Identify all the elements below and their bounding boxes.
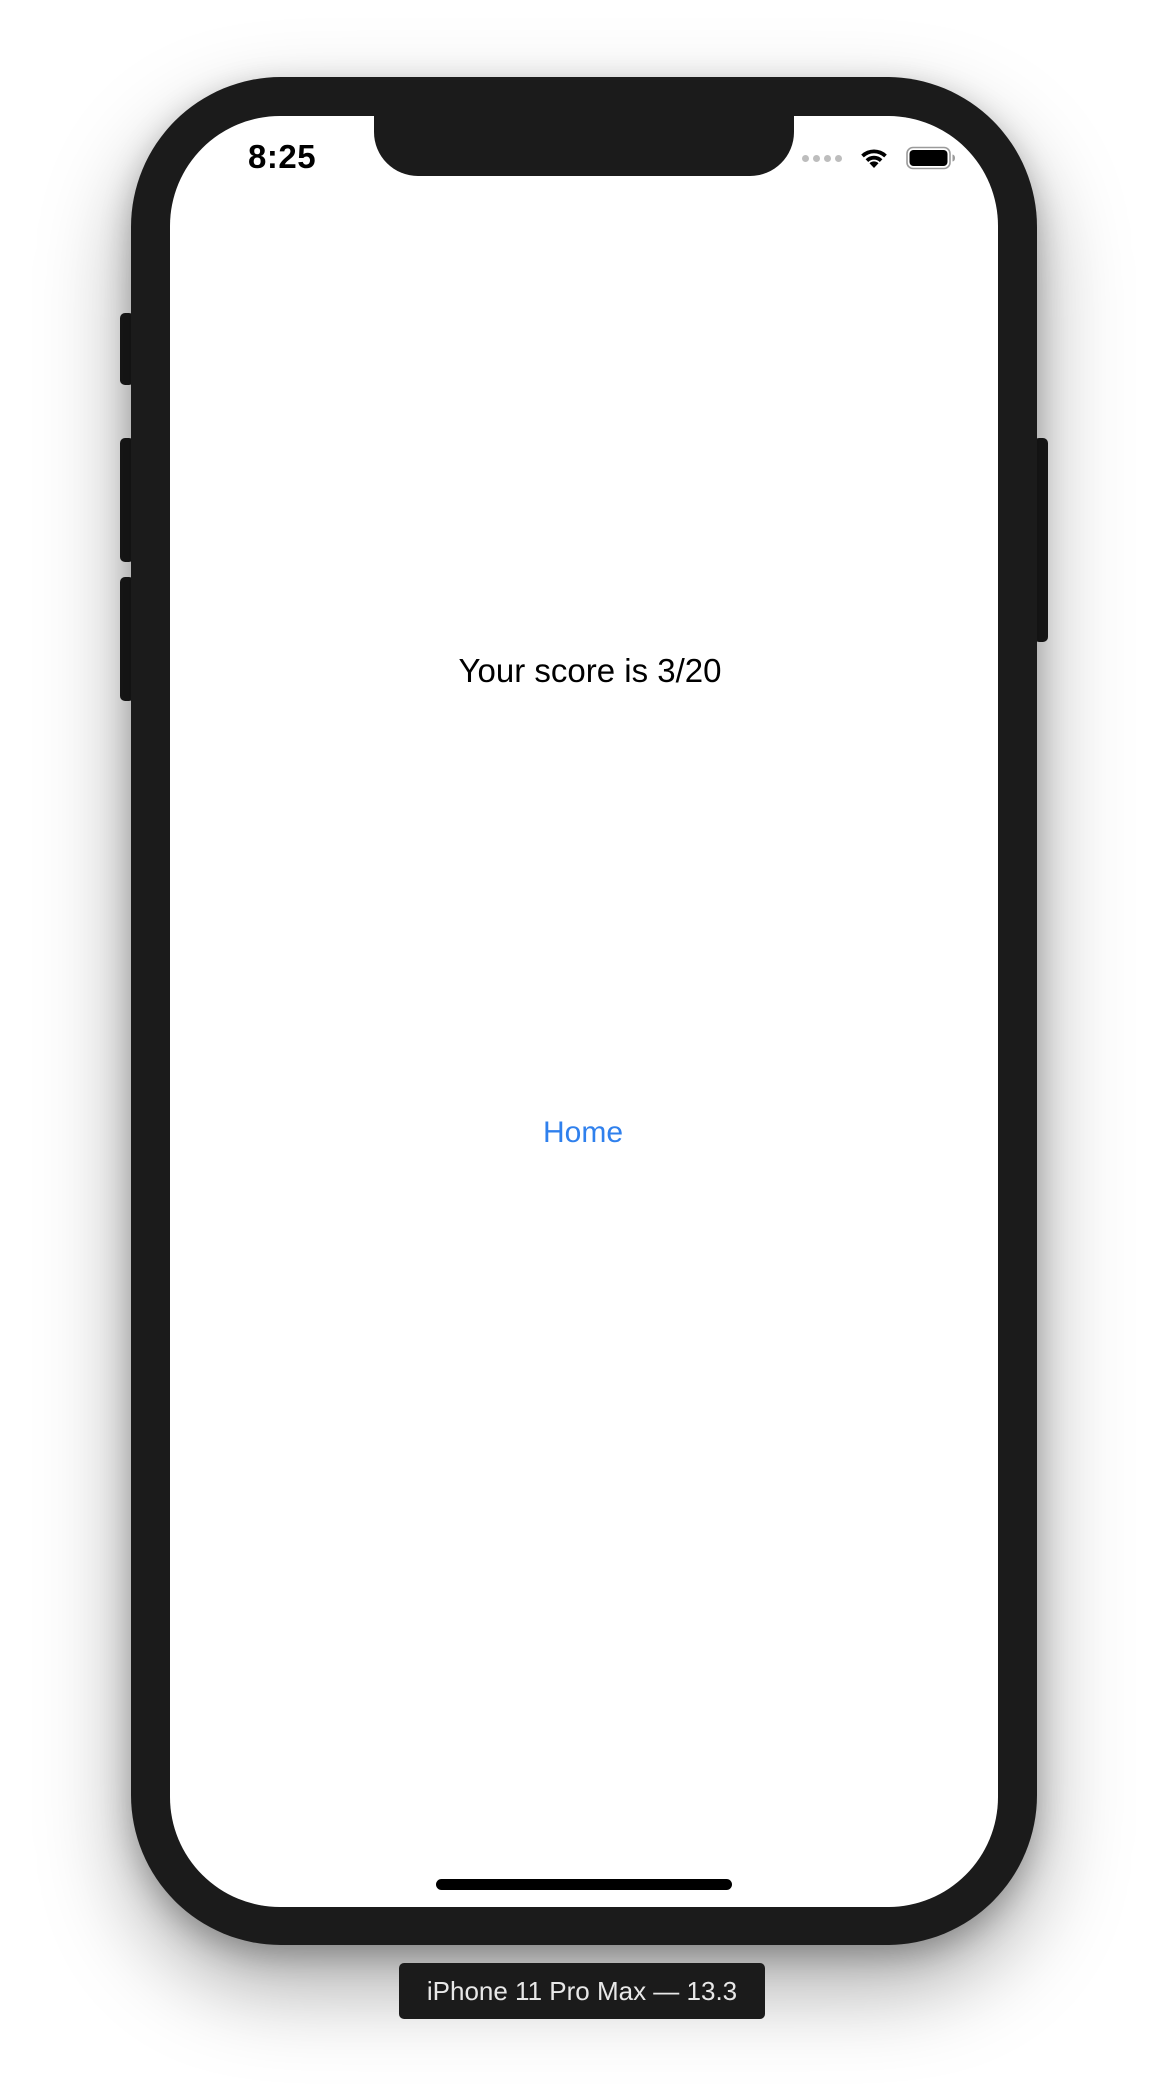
phone-screen: 8:25 Your score is 3/20 Home bbox=[170, 116, 998, 1907]
home-button[interactable]: Home bbox=[170, 1116, 998, 1150]
score-label: Your score is 3/20 bbox=[458, 652, 722, 689]
notch bbox=[374, 116, 794, 176]
cellular-signal-icon bbox=[802, 154, 842, 162]
device-label: iPhone 11 Pro Max — 13.3 bbox=[399, 1963, 765, 2019]
status-icons bbox=[802, 146, 956, 170]
status-time: 8:25 bbox=[248, 138, 317, 175]
home-indicator[interactable] bbox=[436, 1879, 732, 1890]
simulator-stage: 8:25 Your score is 3/20 Home iPhone 11 P… bbox=[0, 0, 1168, 2096]
wifi-icon bbox=[861, 149, 887, 168]
battery-icon bbox=[906, 146, 955, 170]
